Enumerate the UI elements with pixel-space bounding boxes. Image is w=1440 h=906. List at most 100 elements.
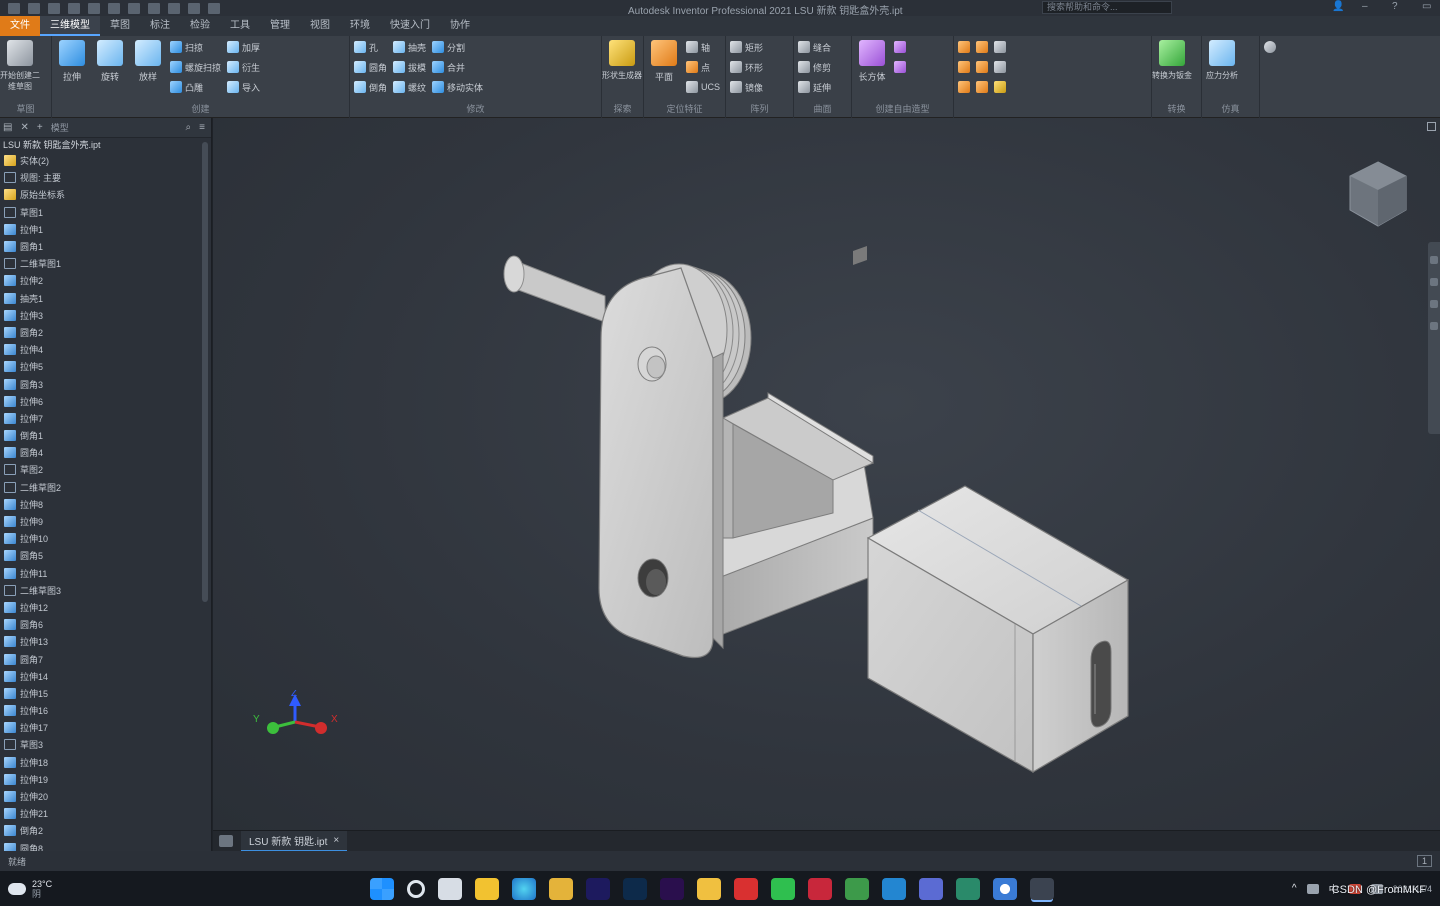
browser-node[interactable]: 拉伸5 — [0, 358, 211, 375]
browser-node[interactable]: 抽壳1 — [0, 290, 211, 307]
ucs-button[interactable]: UCS — [686, 80, 720, 94]
grill-button[interactable] — [958, 40, 970, 54]
browser-node[interactable]: 拉伸2 — [0, 272, 211, 289]
start-menu-icon[interactable] — [370, 878, 394, 900]
browser-node[interactable]: 拉伸11 — [0, 565, 211, 582]
browser-node[interactable]: 实体(2) — [0, 152, 211, 169]
browser-node[interactable]: 倒角1 — [0, 427, 211, 444]
lip-button[interactable] — [976, 80, 988, 94]
extrude-button[interactable]: 拉伸 — [56, 40, 88, 96]
browser-node[interactable]: 草图2 — [0, 461, 211, 478]
extend-button[interactable]: 延伸 — [798, 80, 831, 94]
teams-icon[interactable] — [919, 878, 943, 900]
minimize-icon[interactable]: – — [1362, 1, 1374, 13]
appearance-icon[interactable] — [188, 2, 200, 14]
document-tab[interactable]: LSU 新款 钥匙.ipt × — [241, 830, 348, 852]
graphics-viewport[interactable]: Z Y X — [213, 118, 1440, 830]
save-icon[interactable] — [48, 2, 60, 14]
ribbon-tab-0[interactable]: 文件 — [0, 16, 40, 36]
revolve-button[interactable]: 旋转 — [94, 40, 126, 96]
zoom-icon[interactable] — [1430, 278, 1438, 286]
weather-widget[interactable]: 23°C 阴 — [8, 879, 52, 899]
task-view-icon[interactable] — [438, 878, 462, 900]
model-3d-view[interactable] — [213, 118, 1440, 830]
ribbon-tab-4[interactable]: 检验 — [180, 16, 220, 36]
browser-root-part[interactable]: LSU 新款 钥匙盒外壳.ipt — [0, 138, 211, 152]
browser-node[interactable]: 二维草图1 — [0, 255, 211, 272]
redo-icon[interactable] — [88, 2, 100, 14]
hamburger-icon[interactable]: ≡ — [199, 122, 211, 133]
boss-button[interactable] — [958, 60, 970, 74]
shell-button[interactable]: 抽壳 — [393, 40, 426, 54]
blue-app-icon[interactable] — [882, 878, 906, 900]
new-icon[interactable] — [8, 2, 20, 14]
browser-node[interactable]: 拉伸16 — [0, 702, 211, 719]
rule-fillet-button[interactable] — [976, 60, 988, 74]
axis-button[interactable]: 轴 — [686, 40, 720, 54]
browser-node[interactable]: 倒角2 — [0, 822, 211, 839]
home-icon[interactable] — [108, 2, 120, 14]
browser-node[interactable]: 二维草图3 — [0, 582, 211, 599]
after-effects-icon[interactable] — [586, 878, 610, 900]
browser-node[interactable]: 拉伸20 — [0, 788, 211, 805]
decal-button[interactable] — [994, 60, 1006, 74]
thread-button[interactable]: 螺纹 — [393, 80, 426, 94]
red-app-icon[interactable] — [734, 878, 758, 900]
thicken-button[interactable]: 加厚 — [227, 40, 260, 54]
freeform-face-button[interactable] — [894, 60, 906, 74]
close-icon[interactable]: ✕ — [20, 122, 28, 133]
browser-node[interactable]: 圆角7 — [0, 650, 211, 667]
file-explorer-icon[interactable] — [475, 878, 499, 900]
browser-node[interactable]: 圆角6 — [0, 616, 211, 633]
browser-node[interactable]: 圆角4 — [0, 444, 211, 461]
viewport-maximize-icon[interactable] — [1427, 122, 1436, 131]
browser-node[interactable]: 拉伸9 — [0, 513, 211, 530]
help-icon[interactable]: ? — [1392, 1, 1404, 13]
stitch-button[interactable]: 缝合 — [798, 40, 831, 54]
account-icon[interactable]: 👤 — [1332, 1, 1344, 13]
import-button[interactable]: 导入 — [227, 80, 260, 94]
edge-browser-icon[interactable] — [512, 878, 536, 900]
excel-icon[interactable] — [845, 878, 869, 900]
orbit-icon[interactable] — [1430, 300, 1438, 308]
freeform-edit-button[interactable] — [894, 40, 906, 54]
view-cube[interactable] — [1346, 160, 1410, 232]
pdf-app-icon[interactable] — [808, 878, 832, 900]
ribbon-tab-1[interactable]: 三维模型 — [40, 16, 100, 36]
point-button[interactable]: 点 — [686, 60, 720, 74]
split-button[interactable]: 分割 — [432, 40, 483, 54]
fx-icon[interactable] — [208, 2, 220, 14]
ribbon-tab-7[interactable]: 视图 — [300, 16, 340, 36]
shape-generator-button[interactable]: 形状生成器 — [602, 40, 642, 96]
chrome-icon[interactable] — [993, 878, 1017, 900]
ribbon-tab-9[interactable]: 快速入门 — [380, 16, 440, 36]
premiere-icon[interactable] — [660, 878, 684, 900]
home-icon[interactable] — [219, 835, 233, 847]
browser-node[interactable]: 拉伸7 — [0, 410, 211, 427]
look-at-icon[interactable] — [1430, 322, 1438, 330]
browser-node[interactable]: 草图3 — [0, 736, 211, 753]
update-icon[interactable] — [128, 2, 140, 14]
inventor-taskbar-icon[interactable] — [697, 878, 721, 900]
browser-node[interactable]: 草图1 — [0, 204, 211, 221]
inventor-active-icon[interactable] — [1030, 878, 1054, 900]
close-tab-icon[interactable]: × — [333, 835, 339, 846]
browser-node[interactable]: 圆角5 — [0, 547, 211, 564]
browser-node[interactable]: 视图: 主要 — [0, 169, 211, 186]
browser-node[interactable]: 圆角1 — [0, 238, 211, 255]
start-2d-sketch-button[interactable]: 开始创建二维草图 — [0, 40, 40, 96]
rectangular-pattern-button[interactable]: 矩形 — [730, 40, 763, 54]
trim-button[interactable]: 修剪 — [798, 60, 831, 74]
ribbon-tab-8[interactable]: 环境 — [340, 16, 380, 36]
circular-pattern-button[interactable]: 环形 — [730, 60, 763, 74]
rib-button[interactable] — [994, 40, 1006, 54]
browser-node[interactable]: 圆角2 — [0, 324, 211, 341]
add-icon[interactable]: + — [37, 122, 43, 133]
browser-node[interactable]: 原始坐标系 — [0, 186, 211, 203]
teal-app-icon[interactable] — [956, 878, 980, 900]
select-icon[interactable] — [148, 2, 160, 14]
plane-button[interactable]: 平面 — [648, 40, 680, 96]
stress-analysis-button[interactable]: 应力分析 — [1206, 40, 1238, 96]
emboss-button[interactable]: 凸雕 — [170, 80, 221, 94]
move-bodies-button[interactable]: 移动实体 — [432, 80, 483, 94]
